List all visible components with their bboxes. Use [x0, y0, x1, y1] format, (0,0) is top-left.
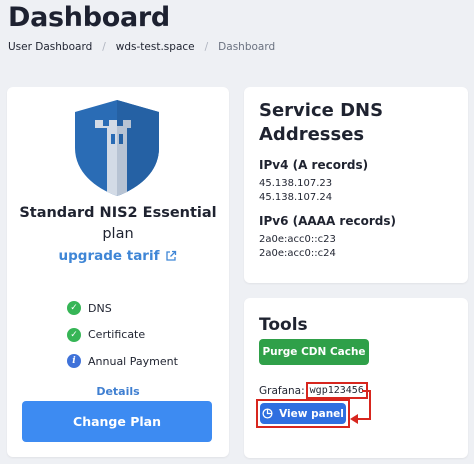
breadcrumb-domain[interactable]: wds-test.space [116, 41, 195, 53]
tools-card-title: Tools [259, 315, 308, 335]
feature-label: DNS [88, 301, 112, 315]
plan-name: Standard NIS2 Essential [19, 205, 217, 221]
breadcrumb-user-dashboard[interactable]: User Dashboard [8, 41, 92, 53]
change-plan-button[interactable]: Change Plan [22, 401, 212, 442]
ipv4-label: IPv4 (A records) [259, 158, 369, 172]
pie-chart-icon [262, 408, 273, 419]
page-title: Dashboard [8, 2, 170, 33]
ipv4-address: 45.138.107.24 [259, 192, 333, 203]
feature-certificate: ✓ Certificate [67, 322, 178, 349]
dns-card: Service DNS Addresses IPv4 (A records) 4… [244, 87, 468, 283]
ipv6-label: IPv6 (AAAA records) [259, 214, 396, 228]
plan-subtitle: plan [102, 226, 134, 242]
tools-card: Tools Purge CDN Cache Grafana: wgp123456… [244, 298, 468, 458]
breadcrumb-current: Dashboard [218, 41, 276, 53]
feature-dns: ✓ DNS [67, 295, 178, 322]
purge-cdn-cache-button[interactable]: Purge CDN Cache [259, 339, 369, 365]
feature-label: Certificate [88, 328, 146, 342]
feature-list: ✓ DNS ✓ Certificate i Annual Payment [67, 295, 178, 375]
breadcrumb-separator: / [204, 41, 209, 53]
plan-card: Standard NIS2 Essential plan upgrade tar… [7, 87, 229, 457]
view-panel-label: View panel [279, 407, 344, 420]
check-circle-icon: ✓ [67, 327, 81, 342]
dns-card-title: Service DNS Addresses [259, 100, 384, 145]
info-circle-icon: i [67, 354, 81, 369]
feature-label: Annual Payment [88, 354, 178, 368]
breadcrumb: User Dashboard / wds-test.space / Dashbo… [8, 41, 275, 53]
external-link-icon [166, 250, 177, 261]
view-panel-highlight: View panel [256, 399, 350, 428]
ipv4-address: 45.138.107.23 [259, 178, 333, 189]
check-circle-icon: ✓ [67, 301, 81, 316]
upgrade-tarif-link[interactable]: upgrade tarif [7, 248, 229, 264]
breadcrumb-separator: / [102, 41, 106, 53]
ipv6-address: 2a0e:acc0::c23 [259, 234, 336, 245]
upgrade-label: upgrade tarif [58, 248, 160, 264]
details-link[interactable]: Details [7, 385, 229, 398]
grafana-credentials: Grafana: wgp123456 [259, 382, 368, 399]
grafana-username: wgp123456 [305, 382, 368, 399]
castle-shield-icon [75, 100, 159, 196]
view-panel-button[interactable]: View panel [260, 403, 346, 424]
feature-annual-payment: i Annual Payment [67, 348, 178, 375]
ipv6-address: 2a0e:acc0::c24 [259, 248, 336, 259]
grafana-label: Grafana: [259, 384, 305, 397]
